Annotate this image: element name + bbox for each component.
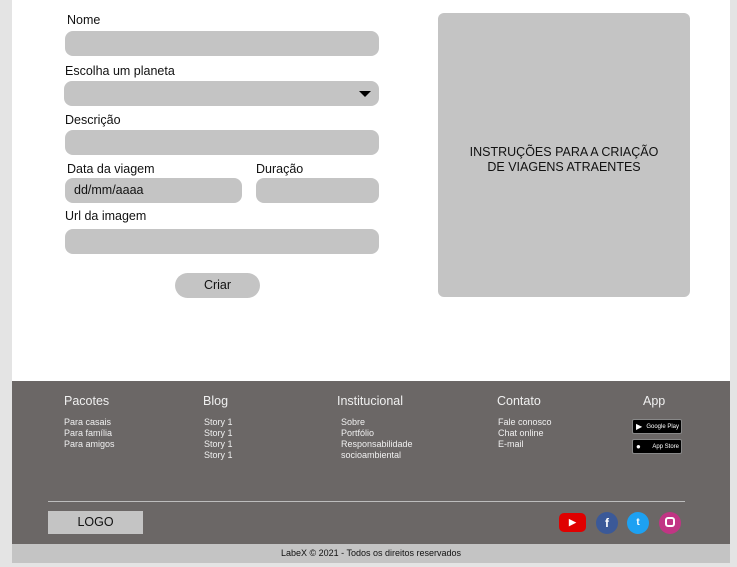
instagram-icon[interactable] — [659, 512, 681, 534]
footer-link[interactable]: Chat online — [497, 428, 552, 439]
twitter-icon[interactable]: t — [627, 512, 649, 534]
footer-link[interactable]: socioambiental — [337, 450, 413, 461]
footer-link[interactable]: Portfólio — [337, 428, 413, 439]
data-viagem-input[interactable]: dd/mm/aaaa — [65, 178, 242, 203]
pacotes-title: Pacotes — [64, 394, 110, 408]
footer-link[interactable]: Story 1 — [203, 439, 233, 450]
data-viagem-placeholder: dd/mm/aaaa — [74, 183, 144, 197]
descricao-input[interactable] — [65, 130, 379, 155]
contato-title: Contato — [497, 394, 541, 408]
footer-col-pacotes: Pacotes Para casais Para família Para am… — [64, 394, 115, 450]
footer-link[interactable]: Sobre — [337, 417, 413, 428]
footer-link[interactable]: Fale conosco — [497, 417, 552, 428]
criar-button[interactable]: Criar — [175, 273, 260, 298]
google-play-badge[interactable]: ▶ Google Play — [632, 419, 682, 434]
url-imagem-input[interactable] — [65, 229, 379, 254]
nome-input[interactable] — [65, 31, 379, 56]
app-store-badge[interactable]: ● App Store — [632, 439, 682, 454]
footer-link[interactable]: Para família — [64, 428, 115, 439]
blog-title: Blog — [203, 394, 229, 408]
footer-link[interactable]: Story 1 — [203, 428, 233, 439]
footer-link[interactable]: Para casais — [64, 417, 115, 428]
duracao-label: Duração — [256, 162, 304, 176]
instructions-text: INSTRUÇÕES PARA A CRIAÇÃO DE VIAGENS ATR… — [469, 145, 659, 174]
url-imagem-label: Url da imagem — [65, 209, 147, 223]
footer-link[interactable]: Para amigos — [64, 439, 115, 450]
footer-col-app: App — [643, 394, 665, 417]
footer-divider — [48, 501, 685, 502]
nome-label: Nome — [67, 13, 101, 27]
logo: LOGO — [48, 511, 143, 534]
duracao-input[interactable] — [256, 178, 379, 203]
planeta-label: Escolha um planeta — [65, 64, 175, 78]
play-icon: ▶ — [636, 422, 643, 431]
footer: Pacotes Para casais Para família Para am… — [12, 381, 730, 544]
footer-link[interactable]: E-mail — [497, 439, 552, 450]
page: Nome Escolha um planeta Descrição Data d… — [12, 0, 730, 563]
youtube-icon[interactable]: ▶ — [559, 513, 586, 532]
footer-col-contato: Contato Fale conosco Chat online E-mail — [497, 394, 552, 450]
footer-col-blog: Blog Story 1 Story 1 Story 1 Story 1 — [203, 394, 233, 461]
data-viagem-label: Data da viagem — [67, 162, 155, 176]
descricao-label: Descrição — [65, 113, 121, 127]
instructions-panel: INSTRUÇÕES PARA A CRIAÇÃO DE VIAGENS ATR… — [438, 13, 690, 297]
copyright: LabeX © 2021 - Todos os direitos reserva… — [12, 544, 730, 563]
planeta-select[interactable] — [64, 81, 379, 106]
footer-link[interactable]: Story 1 — [203, 417, 233, 428]
footer-col-institucional: Institucional Sobre Portfólio Responsabi… — [337, 394, 413, 461]
footer-link[interactable]: Responsabilidade — [337, 439, 413, 450]
chevron-down-icon — [359, 91, 371, 97]
institucional-title: Institucional — [337, 394, 404, 408]
facebook-icon[interactable]: f — [596, 512, 618, 534]
app-title: App — [643, 394, 666, 408]
apple-icon: ● — [636, 442, 641, 451]
footer-link[interactable]: Story 1 — [203, 450, 233, 461]
